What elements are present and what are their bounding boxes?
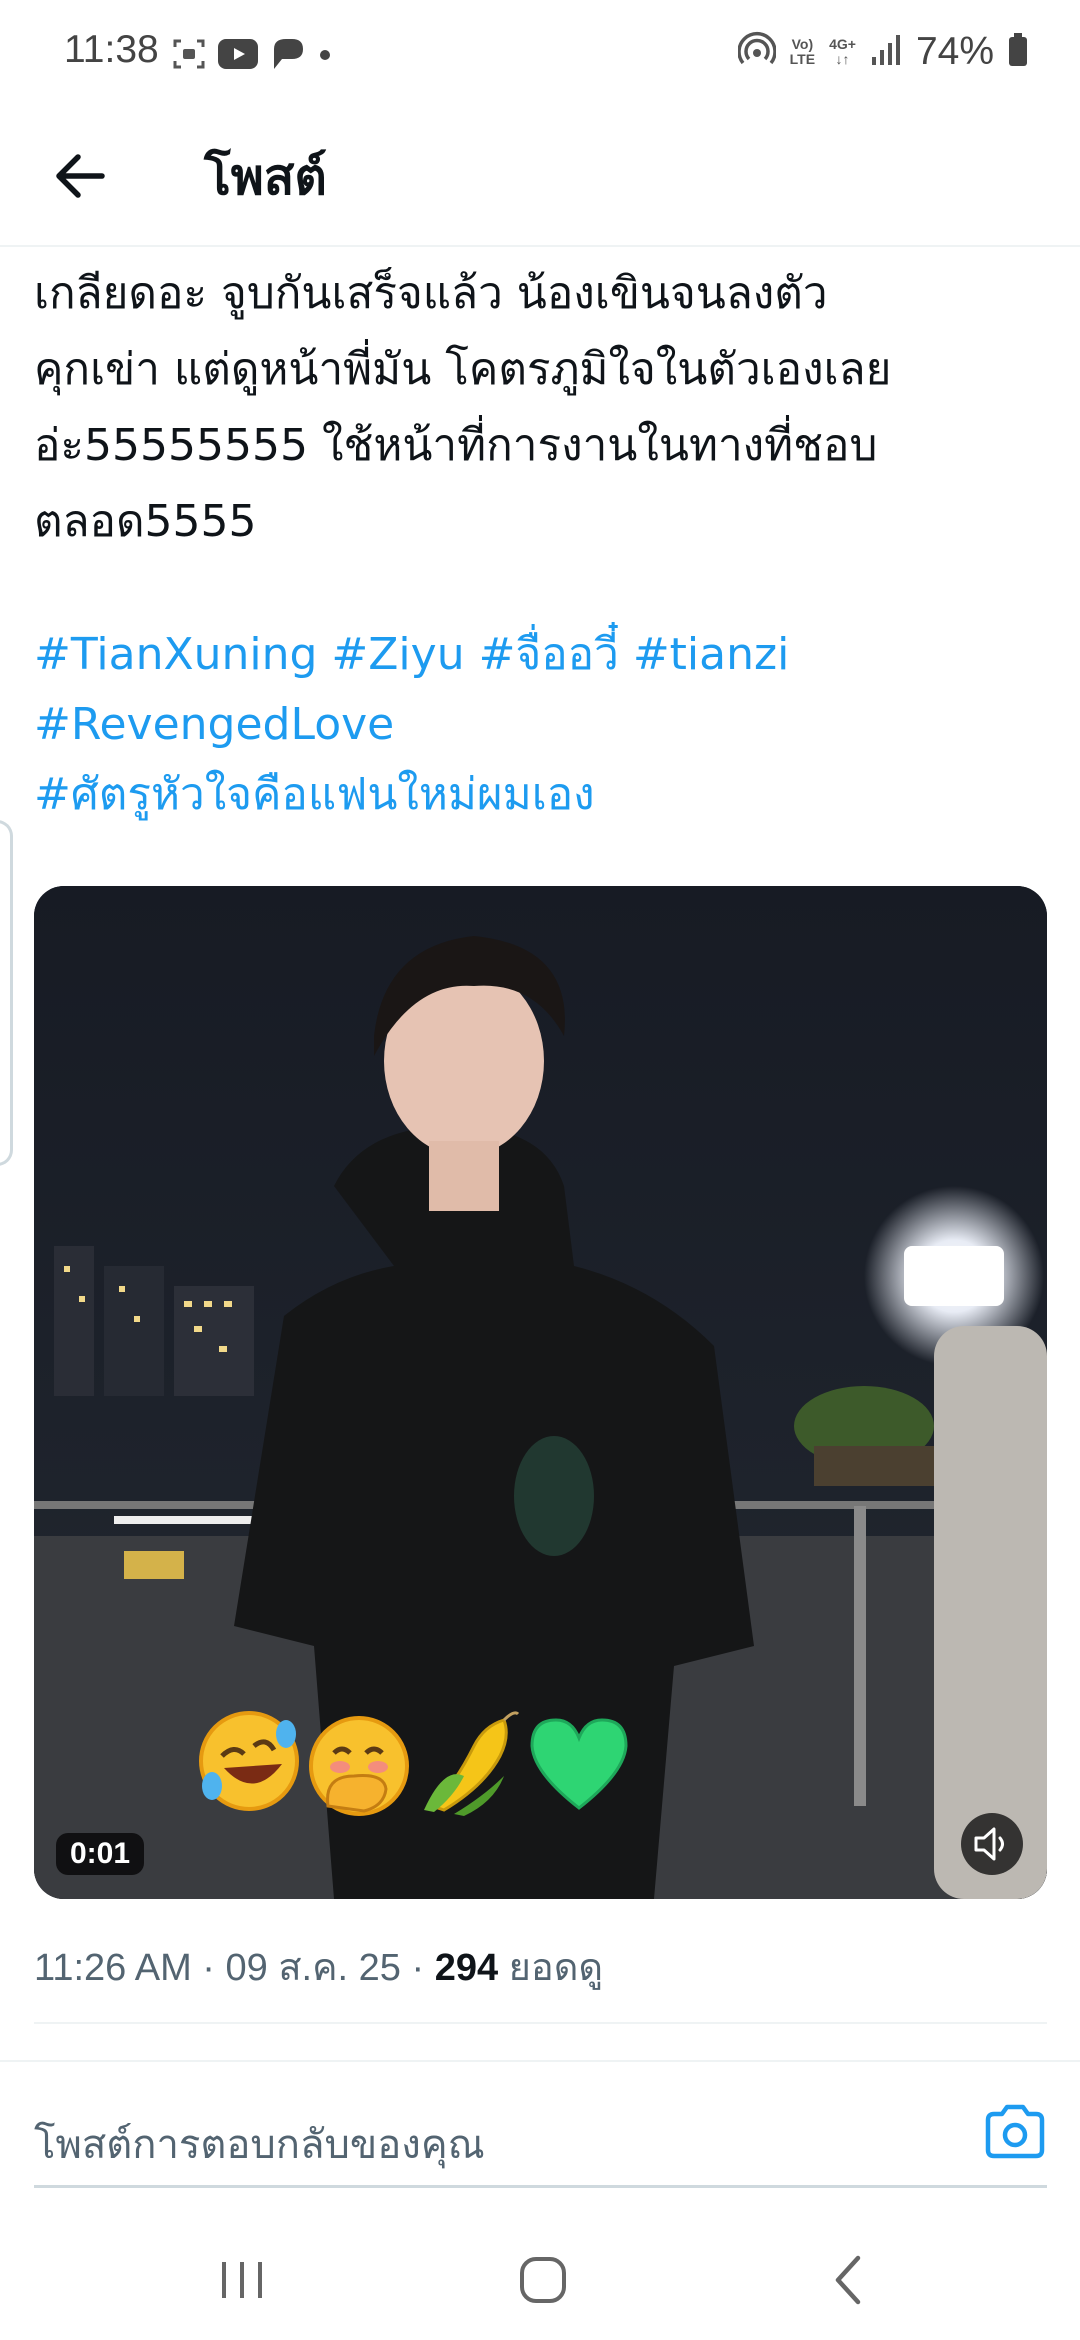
battery-percent: 74% <box>915 30 994 73</box>
back-button[interactable] <box>44 140 116 212</box>
notification-icons <box>172 36 332 76</box>
meta-separator: · <box>202 1947 226 1989</box>
status-time: 11:38 <box>64 28 159 71</box>
reply-input[interactable]: โพสต์การตอบกลับของคุณ <box>34 2112 485 2176</box>
view-label: ยอดดู <box>508 1947 604 1989</box>
status-bar: 11:38 Vo) LTE 4G+ ↓↑ 74% <box>0 0 1080 110</box>
view-count: 294 <box>434 1947 499 1989</box>
mute-toggle-button[interactable] <box>961 1813 1023 1875</box>
camera-icon <box>985 2104 1045 2159</box>
home-button[interactable] <box>503 2250 583 2310</box>
data-arrows-icon: ↓↑ <box>835 51 850 67</box>
hotspot-icon <box>736 31 777 73</box>
video-player[interactable]: 0:01 <box>34 886 1047 1899</box>
reply-composer: โพสต์การตอบกลับของคุณ <box>0 2060 1080 2192</box>
recent-apps-button[interactable] <box>202 2250 282 2310</box>
hashtag-link[interactable]: #ศัตรูหัวใจคือแฟนใหม่ผมเอง <box>34 769 595 820</box>
side-scroll-handle[interactable] <box>0 820 13 1166</box>
page-title: โพสต์ <box>204 148 327 206</box>
back-nav-button[interactable] <box>808 2250 888 2310</box>
hashtag-link[interactable]: #จื่ออวี๋ <box>479 629 619 680</box>
camera-button[interactable] <box>984 2104 1046 2166</box>
arrow-left-icon <box>56 154 105 198</box>
post-meta: 11:26 AM · 09 ส.ค. 25 · 294 ยอดดู <box>34 1936 603 1997</box>
post-time: 11:26 AM <box>34 1947 192 1989</box>
video-duration-badge: 0:01 <box>56 1833 145 1875</box>
home-icon <box>520 2257 566 2303</box>
hashtag-link[interactable]: #tianzi <box>633 629 790 680</box>
signal-icon <box>870 33 902 71</box>
screenshot-icon <box>172 37 206 75</box>
reply-input-underline <box>34 2185 1047 2188</box>
divider <box>34 2022 1047 2024</box>
speaker-muted-icon <box>974 1827 1004 1861</box>
battery-icon <box>1008 33 1028 71</box>
rolling-laughing-emoji <box>199 1711 299 1811</box>
system-indicators: Vo) LTE 4G+ ↓↑ 74% <box>736 30 1028 74</box>
hashtag-link[interactable]: #RevengedLove <box>34 699 394 750</box>
green-heart-emoji <box>530 1718 628 1810</box>
corn-emoji <box>424 1711 520 1816</box>
post-body-text: เกลียดอะ จูบกันเสร็จแล้ว น้องเขินจนลงตัว… <box>34 268 892 547</box>
network-type-indicator: 4G+ ↓↑ <box>829 36 856 67</box>
hashtag-link[interactable]: #Ziyu <box>331 629 464 680</box>
youtube-icon <box>218 39 258 73</box>
meta-separator: · <box>411 1947 435 1989</box>
more-notifications-dot <box>318 47 332 66</box>
system-nav-bar <box>0 2220 1080 2340</box>
app-notification-icon <box>270 37 306 75</box>
volte-indicator: Vo) LTE <box>789 36 816 67</box>
chevron-left-icon <box>835 2255 861 2305</box>
post-date: 09 ส.ค. 25 <box>225 1947 401 1989</box>
recent-apps-icon <box>222 2262 262 2298</box>
hashtag-link[interactable]: #TianXuning <box>34 629 317 680</box>
hand-over-mouth-emoji <box>309 1716 409 1816</box>
hashtag-list: #TianXuning #Ziyu #จื่ออวี๋ #tianzi #Rev… <box>34 620 1044 830</box>
top-app-bar: โพสต์ <box>0 110 1080 247</box>
